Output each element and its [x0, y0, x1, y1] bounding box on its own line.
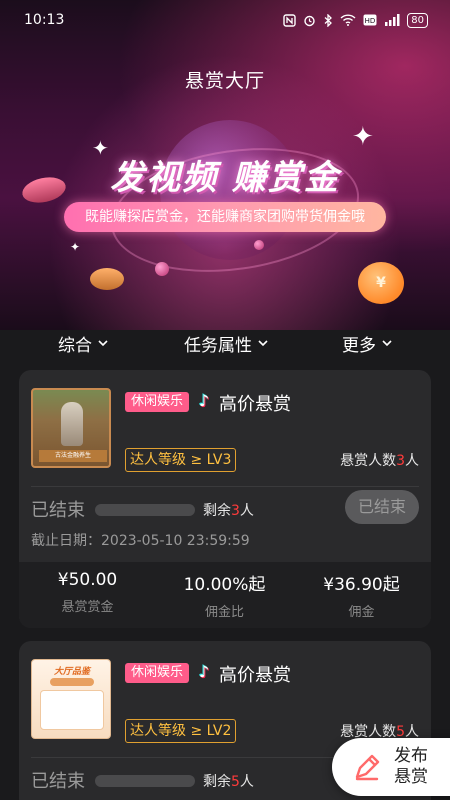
filter-more[interactable]: 更多: [342, 331, 392, 356]
status-icons: HD 80: [283, 12, 428, 28]
filter-label: 任务属性: [184, 335, 252, 356]
hd-icon: HD: [363, 14, 377, 26]
edit-pencil-icon: [350, 750, 384, 784]
task-thumbnail: 大厅品鉴: [31, 659, 111, 739]
alarm-icon: [303, 14, 316, 27]
stat-value: ¥50.00: [57, 570, 118, 590]
remaining-prefix: 剩余: [203, 774, 231, 790]
thumbnail-caption: 古法金融养生: [39, 450, 107, 462]
deadline: 截止日期：2023-05-10 23:59:59: [31, 533, 250, 549]
stat-value: 10.00%起: [183, 575, 266, 595]
chevron-down-icon: [98, 337, 108, 350]
status-bar: 10:13 HD 80: [0, 0, 450, 40]
stat-label: 佣金比: [204, 605, 244, 620]
chevron-down-icon: [382, 337, 392, 350]
remaining-suffix: 人: [239, 503, 254, 519]
progress-bar: [95, 775, 195, 787]
thumbnail-decoration: [40, 690, 104, 730]
level-requirement: 达人等级 ≥ LV2: [125, 719, 237, 743]
divider: [31, 486, 419, 487]
filter-comprehensive[interactable]: 综合: [58, 331, 108, 356]
reward-stats: ¥50.00 悬赏赏金 10.00%起 佣金比 ¥36.90起 佣金: [19, 562, 431, 628]
reward-count-suffix: 人: [405, 453, 419, 469]
remaining-count: 剩余5人: [203, 771, 254, 791]
task-card[interactable]: 古法金融养生 休闲娱乐 ♪ 高价悬赏 达人等级 ≥ LV3 悬赏人数3人 已结束…: [19, 370, 431, 628]
banner-subtitle: 既能赚探店赏金，还能赚商家团购带货佣金哦: [64, 202, 386, 232]
hero-banner: ¥ ✦ ✦ ✦ 悬赏大厅 发视频 赚赏金 既能赚探店赏金，还能赚商家团购带货佣金…: [0, 0, 450, 330]
filter-task-attribute[interactable]: 任务属性: [184, 331, 268, 356]
task-title: 高价悬赏: [219, 665, 291, 686]
reward-count: 悬赏人数3人: [340, 450, 419, 470]
thumbnail-decoration: [50, 678, 94, 686]
stat-label: 佣金: [348, 605, 375, 620]
stat-bounty: ¥50.00 悬赏赏金: [19, 570, 156, 615]
remaining-value: 5: [231, 774, 240, 790]
remaining-value: 3: [231, 503, 240, 519]
chevron-down-icon: [258, 337, 268, 350]
stat-label: 悬赏赏金: [61, 600, 114, 615]
remaining-prefix: 剩余: [203, 503, 231, 519]
filter-label: 更多: [342, 335, 376, 356]
bluetooth-icon: [323, 13, 333, 27]
person-image: [61, 402, 83, 446]
signal-icon: [384, 14, 400, 26]
tiktok-icon: ♪: [198, 391, 210, 410]
remaining-count: 剩余3人: [203, 500, 254, 520]
progress-bar: [95, 504, 195, 516]
category-tag: 休闲娱乐: [125, 392, 190, 412]
stat-value: ¥36.90起: [323, 575, 400, 595]
battery-indicator: 80: [407, 12, 428, 28]
filter-label: 综合: [58, 335, 92, 356]
filter-bar: 综合 任务属性 更多: [0, 322, 450, 364]
stat-commission: ¥36.90起 佣金: [293, 570, 430, 620]
task-thumbnail: 古法金融养生: [31, 388, 111, 468]
publish-bounty-button[interactable]: 发布悬赏: [332, 738, 450, 796]
category-tag: 休闲娱乐: [125, 663, 190, 683]
reward-count-prefix: 悬赏人数: [340, 453, 397, 469]
remaining-suffix: 人: [239, 774, 254, 790]
task-status: 已结束: [31, 771, 85, 792]
sparkle-icon: ✦: [352, 122, 374, 152]
thumbnail-caption: 大厅品鉴: [53, 667, 90, 677]
task-status: 已结束: [31, 500, 85, 521]
ball-decoration: [155, 262, 169, 276]
reward-count-value: 3: [396, 453, 405, 469]
fab-label: 发布悬赏: [394, 746, 428, 787]
yuan-coin-icon: ¥: [358, 262, 404, 304]
stat-commission-rate: 10.00%起 佣金比: [156, 570, 293, 620]
ended-button[interactable]: 已结束: [345, 490, 419, 524]
svg-text:HD: HD: [365, 17, 376, 25]
page-title: 悬赏大厅: [184, 70, 265, 92]
wifi-icon: [340, 14, 356, 26]
banner-slogan: 发视频 赚赏金: [110, 158, 340, 198]
coin-decoration: [90, 268, 124, 290]
ball-decoration: [254, 240, 264, 250]
status-time: 10:13: [24, 12, 65, 28]
level-requirement: 达人等级 ≥ LV3: [125, 448, 237, 472]
nfc-icon: [283, 13, 296, 27]
sparkle-icon: ✦: [70, 240, 81, 254]
task-title: 高价悬赏: [219, 394, 291, 415]
tiktok-icon: ♪: [198, 662, 210, 681]
